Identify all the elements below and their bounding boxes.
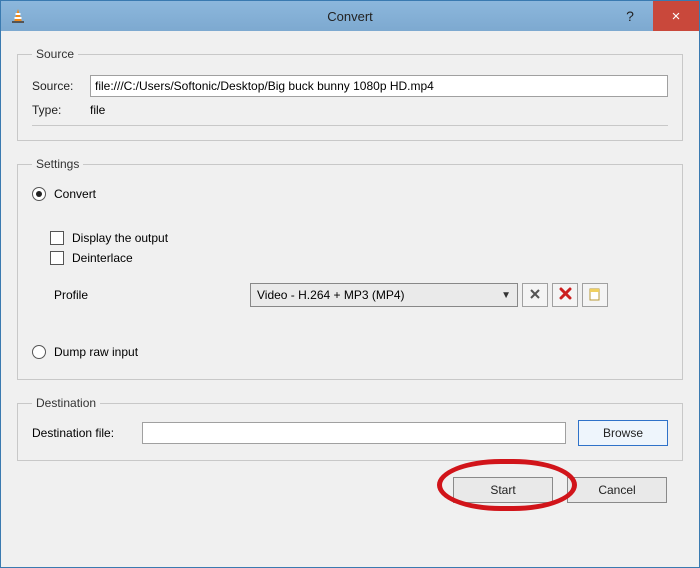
start-button[interactable]: Start — [453, 477, 553, 503]
tools-icon — [528, 287, 542, 304]
display-output-checkbox[interactable] — [50, 231, 64, 245]
settings-legend: Settings — [32, 157, 83, 171]
dump-radio[interactable] — [32, 345, 46, 359]
convert-dialog: Convert ? × Source Source: Type: file Se… — [0, 0, 700, 568]
titlebar[interactable]: Convert ? × — [1, 1, 699, 31]
new-profile-button[interactable] — [582, 283, 608, 307]
convert-radio-label: Convert — [54, 187, 96, 201]
close-button[interactable]: × — [653, 1, 699, 31]
delete-icon — [559, 287, 572, 303]
deinterlace-row[interactable]: Deinterlace — [50, 251, 668, 265]
convert-radio-row[interactable]: Convert — [32, 187, 668, 201]
vlc-icon — [9, 7, 27, 25]
profile-value: Video - H.264 + MP3 (MP4) — [257, 288, 405, 302]
convert-radio[interactable] — [32, 187, 46, 201]
type-label: Type: — [32, 103, 90, 117]
type-value: file — [90, 103, 105, 117]
window-title: Convert — [1, 9, 699, 24]
browse-button[interactable]: Browse — [578, 420, 668, 446]
help-button[interactable]: ? — [607, 1, 653, 31]
destination-file-input[interactable] — [142, 422, 566, 444]
profile-select[interactable]: Video - H.264 + MP3 (MP4) ▼ — [250, 283, 518, 307]
source-group: Source Source: Type: file — [17, 47, 683, 141]
profile-label: Profile — [54, 288, 250, 302]
edit-profile-button[interactable] — [522, 283, 548, 307]
deinterlace-label: Deinterlace — [72, 251, 133, 265]
cancel-button[interactable]: Cancel — [567, 477, 667, 503]
new-profile-icon — [588, 287, 602, 304]
dump-radio-label: Dump raw input — [54, 345, 138, 359]
profile-row: Profile Video - H.264 + MP3 (MP4) ▼ — [32, 283, 668, 307]
chevron-down-icon: ▼ — [501, 290, 511, 301]
source-label: Source: — [32, 79, 90, 93]
source-input[interactable] — [90, 75, 668, 97]
dialog-content: Source Source: Type: file Settings Conve… — [1, 31, 699, 567]
divider — [32, 125, 668, 126]
dialog-footer: Start Cancel — [17, 473, 683, 503]
destination-group: Destination Destination file: Browse — [17, 396, 683, 461]
delete-profile-button[interactable] — [552, 283, 578, 307]
display-output-label: Display the output — [72, 231, 168, 245]
dump-radio-row[interactable]: Dump raw input — [32, 345, 668, 359]
destination-file-label: Destination file: — [32, 426, 142, 440]
settings-group: Settings Convert Display the output Dein… — [17, 157, 683, 380]
window-controls: ? × — [607, 1, 699, 31]
destination-legend: Destination — [32, 396, 100, 410]
display-output-row[interactable]: Display the output — [50, 231, 668, 245]
source-legend: Source — [32, 47, 78, 61]
deinterlace-checkbox[interactable] — [50, 251, 64, 265]
